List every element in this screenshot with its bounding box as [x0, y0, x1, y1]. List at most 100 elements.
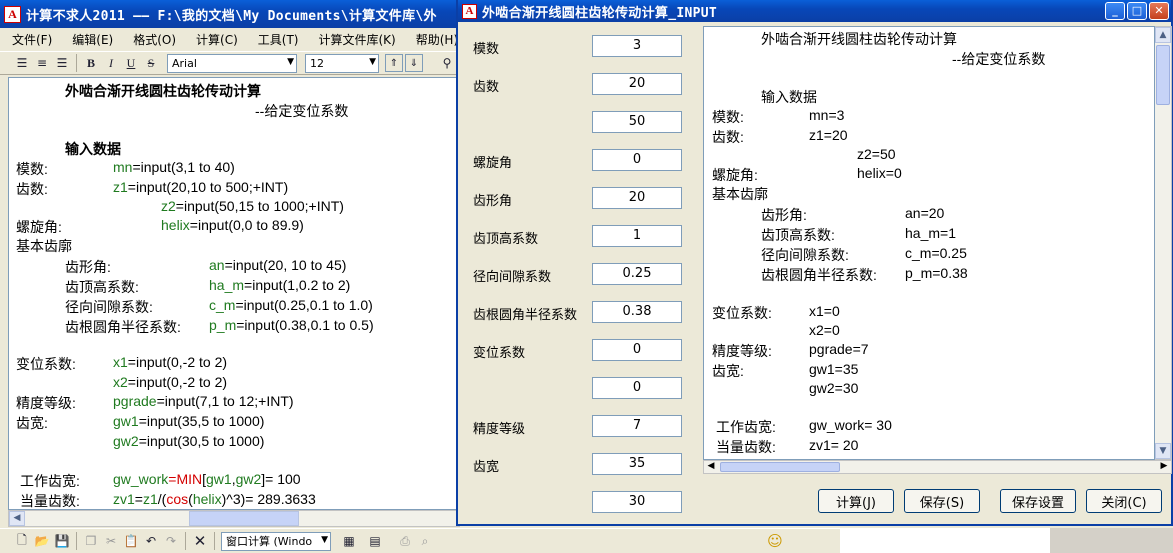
print-icon[interactable]: ⎙: [395, 531, 415, 551]
preview-label-width: 齿宽:: [712, 363, 744, 379]
save-settings-button[interactable]: 保存设置: [1000, 489, 1076, 513]
font-name-select[interactable]: Arial ▼: [167, 53, 297, 73]
menu-help[interactable]: 帮助(H): [416, 31, 458, 48]
help-smiley-icon[interactable]: ☺: [765, 531, 785, 551]
cut-icon[interactable]: ✂: [101, 531, 121, 551]
scroll-left-icon[interactable]: ◀: [9, 511, 25, 526]
delete-x-icon[interactable]: ✕: [190, 531, 210, 551]
scroll-up-icon[interactable]: ⇑: [385, 54, 403, 72]
preview-label-work-width: 工作齿宽:: [716, 419, 776, 435]
dialog-title-bar[interactable]: A 外啮合渐开线圆柱齿轮传动计算_INPUT _ □ ✕: [458, 0, 1171, 22]
preview-value-zv1: zv1= 20: [809, 437, 859, 453]
param-label-width: 齿宽: [473, 460, 500, 475]
font-size-select[interactable]: 12 ▼: [305, 53, 379, 73]
open-folder-icon[interactable]: 📂: [32, 531, 52, 551]
menu-tools[interactable]: 工具(T): [258, 31, 299, 48]
bold-button[interactable]: B: [81, 53, 101, 73]
preview-label-equiv-teeth: 当量齿数:: [716, 439, 776, 455]
minimize-icon[interactable]: _: [1105, 2, 1125, 20]
result-preview[interactable]: 外啮合渐开线圆柱齿轮传动计算 --给定变位系数 输入数据 模数: mn=3 齿数…: [703, 26, 1155, 460]
doc-expr-gw1: gw1=input(35,5 to 1000): [113, 413, 265, 429]
menu-edit[interactable]: 编辑(E): [72, 31, 113, 48]
preview-vertical-scrollbar[interactable]: ▲ ▼: [1155, 26, 1172, 460]
param-label-addendum: 齿顶高系数: [473, 232, 539, 247]
input-addendum[interactable]: 1: [592, 225, 682, 247]
input-module[interactable]: 3: [592, 35, 682, 57]
preview-label-clearance: 径向间隙系数:: [761, 247, 849, 263]
maximize-icon[interactable]: □: [1127, 2, 1147, 20]
scrollbar-thumb[interactable]: [1156, 45, 1170, 105]
input-grade[interactable]: 7: [592, 415, 682, 437]
preview-label-pressure-angle: 齿形角:: [761, 207, 807, 223]
input-root-radius[interactable]: 0.38: [592, 301, 682, 323]
input-shift-x1[interactable]: 0: [592, 339, 682, 361]
italic-button[interactable]: I: [101, 53, 121, 73]
close-icon[interactable]: ✕: [1149, 2, 1169, 20]
menu-calculate[interactable]: 计算(C): [196, 31, 238, 48]
preview-value-z2: z2=50: [857, 146, 896, 162]
preview-horizontal-scrollbar[interactable]: ◀ ▶: [703, 460, 1172, 474]
preview-value-ham: ha_m=1: [905, 225, 956, 241]
paste-icon[interactable]: 📋: [121, 531, 141, 551]
align-center-icon[interactable]: ≡: [32, 53, 52, 73]
menu-file[interactable]: 文件(F): [12, 31, 52, 48]
preview-value-an: an=20: [905, 205, 945, 221]
doc-label-addendum: 齿顶高系数:: [65, 279, 139, 295]
doc-expr-gw-work: gw_work=MIN[gw1,gw2]= 100: [113, 471, 301, 487]
doc-expr-an: an=input(20, 10 to 45): [209, 257, 347, 273]
copy-icon[interactable]: ❐: [81, 531, 101, 551]
menu-library[interactable]: 计算文件库(K): [319, 31, 396, 48]
binoculars-icon[interactable]: ⚲: [437, 53, 457, 73]
scrollbar-thumb[interactable]: [189, 511, 299, 526]
redo-icon[interactable]: ↷: [161, 531, 181, 551]
scroll-left-icon[interactable]: ◀: [704, 461, 718, 473]
strikethrough-button[interactable]: S: [141, 53, 161, 73]
close-button[interactable]: 关闭(C): [1086, 489, 1162, 513]
preview-value-gw1: gw1=35: [809, 361, 859, 377]
bottom-toolbar: 🗋 📂 💾 ❐ ✂ 📋 ↶ ↷ ✕ 窗口计算 (Windo ▼ ▦ ▤ ⎙ ⌕ …: [0, 528, 840, 553]
param-label-helix: 螺旋角: [473, 156, 513, 171]
document-editor[interactable]: 外啮合渐开线圆柱齿轮传动计算 --给定变位系数 输入数据 模数: mn=inpu…: [8, 77, 460, 510]
scroll-down-icon[interactable]: ▼: [1155, 443, 1171, 459]
scroll-up-icon[interactable]: ▲: [1155, 27, 1171, 43]
scroll-right-icon[interactable]: ▶: [1157, 461, 1171, 473]
menu-format[interactable]: 格式(O): [133, 31, 176, 48]
print-preview-icon[interactable]: ⌕: [415, 531, 435, 551]
toolbar-separator: [185, 532, 186, 550]
toolbar-separator: [76, 532, 77, 550]
align-left-icon[interactable]: ☰: [12, 53, 32, 73]
input-teeth-z1[interactable]: 20: [592, 73, 682, 95]
preview-subtitle: --给定变位系数: [952, 51, 1046, 67]
input-width-gw1[interactable]: 35: [592, 453, 682, 475]
preview-value-gw2: gw2=30: [809, 380, 859, 396]
table-icon[interactable]: ▤: [365, 531, 385, 551]
doc-expr-gw2: gw2=input(30,5 to 1000): [113, 433, 265, 449]
doc-label-shift: 变位系数:: [16, 356, 76, 372]
doc-expr-mn: mn=input(3,1 to 40): [113, 159, 235, 175]
undo-icon[interactable]: ↶: [141, 531, 161, 551]
scroll-down-icon[interactable]: ⇓: [405, 54, 423, 72]
calculator-icon[interactable]: ▦: [339, 531, 359, 551]
format-toolbar: ☰ ≡ ☰ B I U S Arial ▼ 12 ▼ ⇑ ⇓ ⚲: [0, 51, 460, 75]
doc-expr-z2: z2=input(50,15 to 1000;+INT): [161, 198, 344, 214]
input-clearance[interactable]: 0.25: [592, 263, 682, 285]
input-pressure-angle[interactable]: 20: [592, 187, 682, 209]
underline-button[interactable]: U: [121, 53, 141, 73]
calc-mode-value: 窗口计算 (Windo: [226, 535, 313, 548]
doc-label-clearance: 径向间隙系数:: [65, 299, 153, 315]
new-file-icon[interactable]: 🗋: [12, 531, 32, 551]
save-disk-icon[interactable]: 💾: [52, 531, 72, 551]
align-right-icon[interactable]: ☰: [52, 53, 72, 73]
document-horizontal-scrollbar[interactable]: ◀: [8, 510, 460, 527]
scrollbar-thumb[interactable]: [720, 462, 840, 472]
param-label-root-radius: 齿根圆角半径系数: [473, 308, 578, 323]
input-shift-x2[interactable]: 0: [592, 377, 682, 399]
doc-expr-x1: x1=input(0,-2 to 2): [113, 354, 228, 370]
calculate-button[interactable]: 计算(J): [818, 489, 894, 513]
input-width-gw2[interactable]: 30: [592, 491, 682, 513]
save-button[interactable]: 保存(S): [904, 489, 980, 513]
calc-mode-select[interactable]: 窗口计算 (Windo ▼: [221, 531, 331, 551]
input-helix[interactable]: 0: [592, 149, 682, 171]
input-teeth-z2[interactable]: 50: [592, 111, 682, 133]
toolbar-separator: [76, 54, 77, 72]
